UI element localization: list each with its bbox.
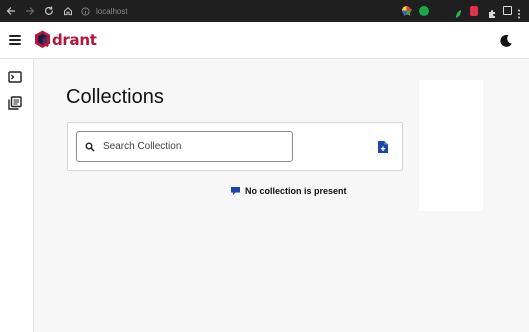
search-field[interactable] <box>76 131 293 162</box>
back-arrow-icon[interactable] <box>3 3 19 19</box>
browser-toolbar: localhost <box>0 0 529 22</box>
chat-bubble-icon <box>231 187 240 195</box>
terminal-icon[interactable] <box>8 70 22 84</box>
sidepanel-icon[interactable] <box>503 6 512 15</box>
address-bar[interactable]: localhost <box>76 3 412 19</box>
background-panel <box>419 80 483 211</box>
page-title: Collections <box>66 86 164 108</box>
empty-state-text: No collection is present <box>245 186 347 196</box>
home-icon[interactable] <box>60 3 76 19</box>
browser-menu-icon[interactable] <box>517 6 523 19</box>
empty-state: No collection is present <box>230 186 347 196</box>
site-info-icon[interactable] <box>80 6 90 16</box>
side-rail <box>0 59 34 332</box>
collections-toolbar-card <box>67 122 403 171</box>
search-icon <box>85 142 95 152</box>
forward-arrow-icon[interactable] <box>22 3 38 19</box>
address-url: localhost <box>96 6 128 16</box>
extensions-puzzle-icon[interactable] <box>487 6 497 18</box>
extension-icon-leaf[interactable] <box>453 6 463 18</box>
library-icon[interactable] <box>8 96 22 110</box>
logo-text: drant <box>52 30 97 49</box>
extension-icon-color-circle[interactable] <box>402 6 411 15</box>
search-input[interactable] <box>101 140 281 153</box>
reload-icon[interactable] <box>41 3 57 19</box>
qdrant-logo[interactable]: drant <box>34 30 97 49</box>
moon-icon[interactable] <box>499 34 513 48</box>
main-content: Collections No collection is present <box>35 60 529 332</box>
qdrant-logo-icon <box>35 30 50 48</box>
add-collection-file-plus-icon[interactable] <box>377 140 389 154</box>
app-header: drant <box>0 22 529 59</box>
extension-icon-red[interactable] <box>470 6 478 16</box>
extension-icon-green[interactable] <box>419 6 429 16</box>
hamburger-menu-icon[interactable] <box>8 33 22 47</box>
